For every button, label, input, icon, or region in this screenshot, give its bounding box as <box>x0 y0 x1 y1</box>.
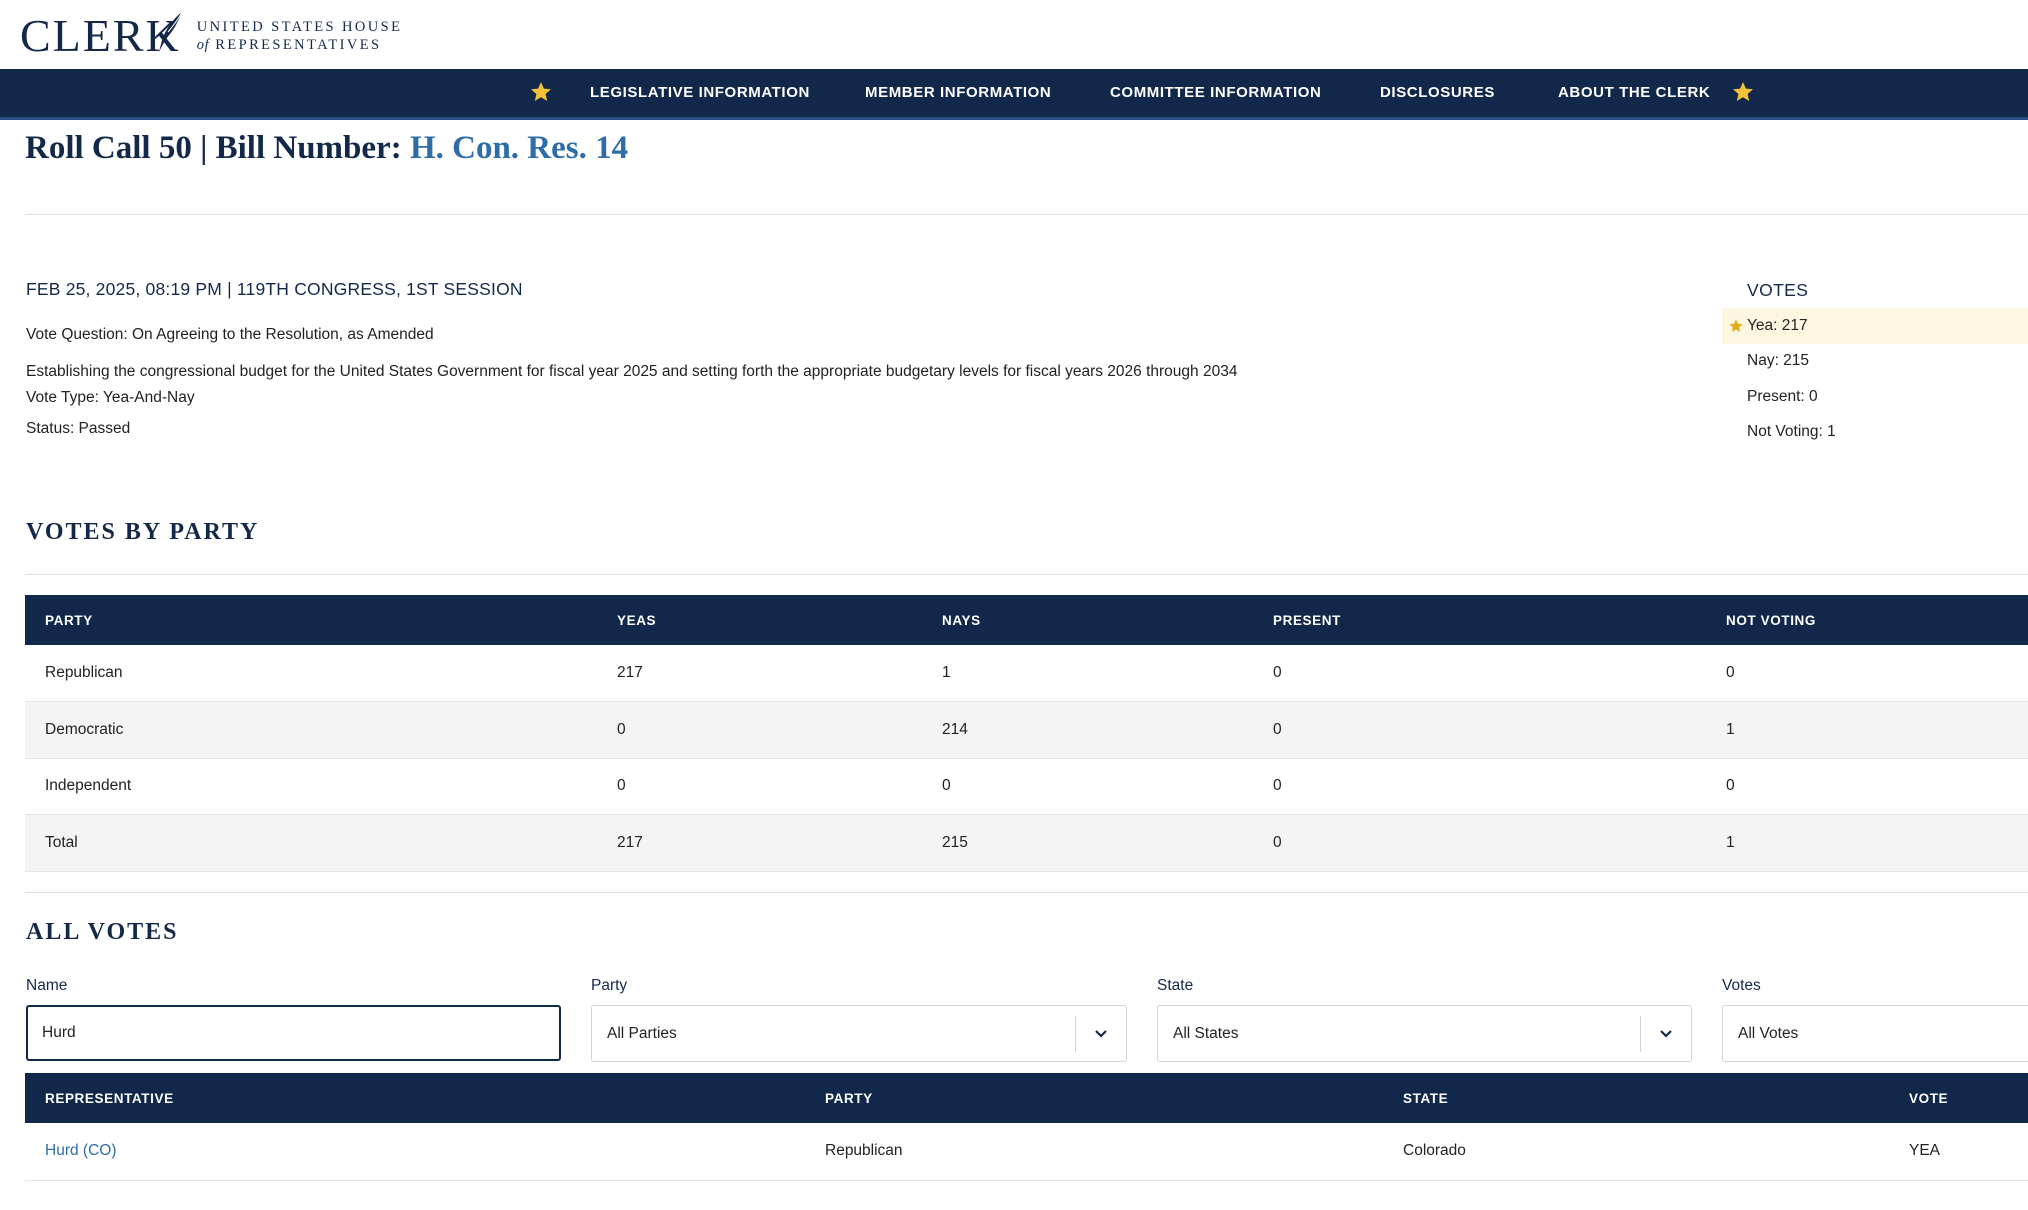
table-cell: Democratic <box>25 701 597 759</box>
column-header: STATE <box>1383 1073 1889 1123</box>
all-votes-heading: ALL VOTES <box>26 919 179 945</box>
nav-inner: LEGISLATIVE INFORMATION MEMBER INFORMATI… <box>0 69 2028 117</box>
column-header: NOT VOTING <box>1706 595 2028 645</box>
vote-date-session: FEB 25, 2025, 08:19 PM | 119TH CONGRESS,… <box>26 279 523 299</box>
star-icon <box>1729 319 1743 332</box>
party-filter-value: All Parties <box>607 1025 677 1042</box>
table-cell: 217 <box>597 645 922 702</box>
table-cell: 215 <box>922 814 1253 872</box>
party-filter-select[interactable]: All Parties <box>591 1005 1127 1062</box>
table-cell: 214 <box>922 701 1253 759</box>
votes-by-party-heading: VOTES BY PARTY <box>26 519 260 545</box>
chevron-down-icon <box>1095 1030 1107 1038</box>
vote-question: Vote Question: On Agreeing to the Resolu… <box>26 326 434 343</box>
table-cell: 0 <box>1253 814 1706 872</box>
column-header: VOTE <box>1889 1073 2028 1123</box>
table-cell: Republican <box>25 645 597 702</box>
votes-summary-title: VOTES <box>1747 280 1809 300</box>
title-prefix: Roll Call 50 | Bill Number: <box>25 130 410 166</box>
table-cell: 0 <box>1253 758 1706 815</box>
column-header: PARTY <box>25 595 597 645</box>
votes-filter-select[interactable]: All Votes <box>1722 1005 2028 1062</box>
table-row: Hurd (CO) Republican Colorado YEA <box>25 1123 2028 1181</box>
column-header: YEAS <box>597 595 922 645</box>
table-cell: 0 <box>1253 701 1706 759</box>
logo-of: of <box>196 37 210 53</box>
divider <box>25 892 2028 893</box>
table-cell: 1 <box>1706 814 2028 872</box>
column-header: REPRESENTATIVE <box>25 1073 805 1123</box>
clerk-logo[interactable]: CLERK United States House of Representat… <box>20 8 402 64</box>
table-cell: Colorado <box>1383 1123 1889 1181</box>
representative-link[interactable]: Hurd (CO) <box>45 1142 116 1159</box>
nav-about-the-clerk[interactable]: ABOUT THE CLERK <box>1558 69 1710 117</box>
table-cell: 0 <box>597 701 922 759</box>
divider <box>25 574 2028 575</box>
state-filter-label: State <box>1157 977 1194 994</box>
table-cell: 0 <box>597 758 922 815</box>
vote-summary-label: Nay: 215 <box>1747 352 1810 369</box>
column-header: PARTY <box>805 1073 1383 1123</box>
votes-by-party-table: PARTY YEAS NAYS PRESENT NOT VOTING Repub… <box>25 595 2028 872</box>
votes-filter-value: All Votes <box>1738 1025 1799 1042</box>
vote-summary-yea: Yea: 217 <box>1722 308 2028 344</box>
table-row: Independent 0 0 0 0 <box>25 758 2028 815</box>
table-cell: 0 <box>922 758 1253 815</box>
quill-icon <box>159 11 183 52</box>
star-icon <box>1733 82 1753 101</box>
table-header-row: PARTY YEAS NAYS PRESENT NOT VOTING <box>25 595 2028 645</box>
table-cell: 1 <box>922 645 1253 702</box>
representatives-table: REPRESENTATIVE PARTY STATE VOTE Hurd (CO… <box>25 1073 2028 1181</box>
state-filter-select[interactable]: All States <box>1157 1005 1692 1062</box>
logo-line1: United States House <box>196 19 403 35</box>
table-cell: 0 <box>1253 645 1706 702</box>
table-cell: YEA <box>1889 1123 2028 1181</box>
column-header: PRESENT <box>1253 595 1706 645</box>
table-cell: 1 <box>1706 701 2028 759</box>
vote-type: Vote Type: Yea-And-Nay <box>26 389 195 406</box>
table-row: Democratic 0 214 0 1 <box>25 701 2028 759</box>
logo-line2-text: Representatives <box>215 37 382 53</box>
party-filter-label: Party <box>591 977 628 994</box>
logo-line2: of Representatives <box>197 36 403 54</box>
name-filter-label: Name <box>26 977 68 994</box>
chevron-down-icon <box>1660 1030 1672 1038</box>
main-nav: LEGISLATIVE INFORMATION MEMBER INFORMATI… <box>0 69 2028 120</box>
nav-legislative-information[interactable]: LEGISLATIVE INFORMATION <box>590 69 810 117</box>
table-cell: Hurd (CO) <box>25 1123 805 1181</box>
nav-disclosures[interactable]: DISCLOSURES <box>1380 69 1495 117</box>
bill-number-link[interactable]: H. Con. Res. 14 <box>410 130 628 166</box>
vote-status: Status: Passed <box>26 420 131 437</box>
table-row-total: Total 217 215 0 1 <box>25 814 2028 872</box>
vote-summary-label: Present: 0 <box>1747 388 1818 405</box>
logo-subtitle: United States House of Representatives <box>197 18 403 54</box>
vote-summary-label: Yea: 217 <box>1747 317 1808 334</box>
vote-summary-present: Present: 0 <box>1722 379 2028 415</box>
table-header-row: REPRESENTATIVE PARTY STATE VOTE <box>25 1073 2028 1123</box>
table-cell: 0 <box>1706 758 2028 815</box>
table-cell: 217 <box>597 814 922 872</box>
table-cell: Total <box>25 814 597 872</box>
name-filter-input[interactable] <box>26 1005 561 1061</box>
table-row: Republican 217 1 0 0 <box>25 645 2028 702</box>
state-filter-value: All States <box>1173 1025 1239 1042</box>
site-header: CLERK United States House of Representat… <box>0 0 2028 69</box>
select-divider <box>1075 1016 1076 1052</box>
divider <box>25 214 2028 215</box>
vote-summary-label: Not Voting: 1 <box>1747 423 1836 440</box>
nav-member-information[interactable]: MEMBER INFORMATION <box>865 69 1051 117</box>
table-cell: Republican <box>805 1123 1383 1181</box>
table-cell: 0 <box>1706 645 2028 702</box>
votes-filter-label: Votes <box>1722 977 1761 994</box>
page-title: Roll Call 50 | Bill Number: H. Con. Res.… <box>25 130 628 167</box>
vote-description: Establishing the congressional budget fo… <box>26 363 1238 380</box>
vote-summary-not-voting: Not Voting: 1 <box>1722 414 2028 450</box>
table-cell: Independent <box>25 758 597 815</box>
nav-committee-information[interactable]: COMMITTEE INFORMATION <box>1110 69 1321 117</box>
select-divider <box>1640 1016 1641 1052</box>
star-icon <box>531 82 551 101</box>
column-header: NAYS <box>922 595 1253 645</box>
vote-summary-nay: Nay: 215 <box>1722 343 2028 379</box>
